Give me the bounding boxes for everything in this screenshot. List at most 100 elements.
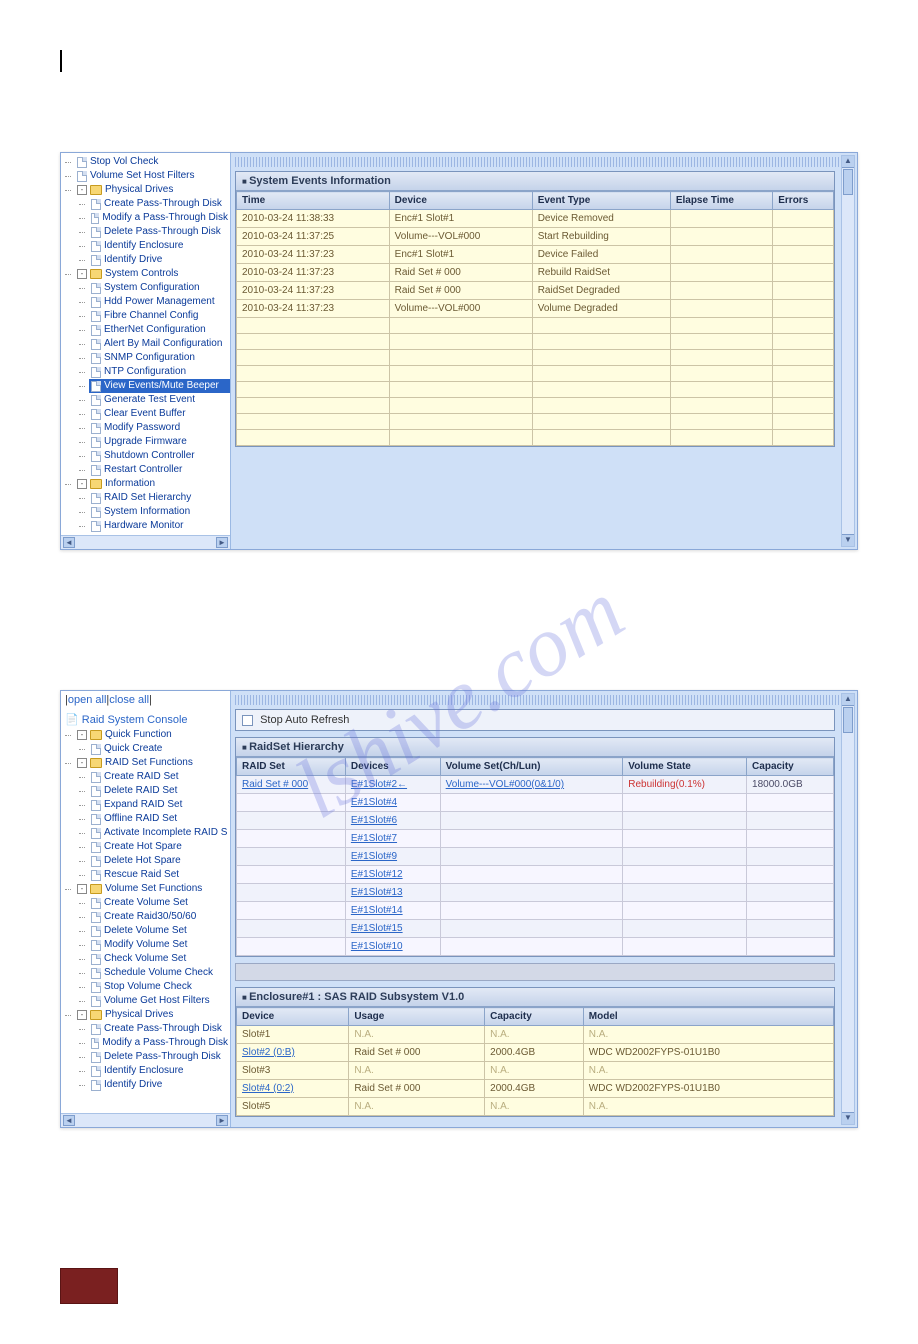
tree-item-label: NTP Configuration bbox=[104, 365, 186, 379]
tree-item[interactable]: Quick Create bbox=[89, 742, 230, 756]
stop-refresh-checkbox[interactable] bbox=[242, 715, 253, 726]
tree-hscrollbar[interactable]: ◄ ► bbox=[61, 535, 230, 549]
table-row: Slot#1N.A.N.A.N.A. bbox=[237, 1026, 834, 1044]
expand-collapse-icon[interactable]: - bbox=[77, 185, 87, 195]
page-icon bbox=[91, 521, 101, 532]
tree-item[interactable]: Offline RAID Set bbox=[89, 812, 230, 826]
table-link[interactable]: Volume---VOL#000(0&1/0) bbox=[440, 776, 623, 794]
scroll-left-icon[interactable]: ◄ bbox=[63, 537, 75, 548]
tree-item[interactable]: System Configuration bbox=[89, 281, 230, 295]
scroll-right-icon[interactable]: ► bbox=[216, 537, 228, 548]
tree-item[interactable]: System Information bbox=[89, 505, 230, 519]
tree-item[interactable]: Volume Set Host Filters bbox=[75, 169, 230, 183]
tree-item[interactable]: Activate Incomplete RAID S bbox=[89, 826, 230, 840]
scroll-thumb[interactable] bbox=[843, 169, 853, 195]
expand-collapse-icon[interactable]: - bbox=[77, 479, 87, 489]
tree-item[interactable]: Hdd Power Management bbox=[89, 295, 230, 309]
close-all-link[interactable]: close all bbox=[109, 694, 149, 706]
expand-collapse-icon[interactable]: - bbox=[77, 884, 87, 894]
table-link[interactable]: E#1Slot#14 bbox=[345, 902, 440, 920]
table-link[interactable]: E#1Slot#7 bbox=[345, 830, 440, 848]
tree-item[interactable]: Create Volume Set bbox=[89, 896, 230, 910]
events-panel: Stop Vol CheckVolume Set Host Filters-Ph… bbox=[60, 152, 858, 550]
tree-item[interactable]: Modify a Pass-Through Disk bbox=[89, 1036, 230, 1050]
slot-link[interactable]: Slot#4 (0:2) bbox=[237, 1080, 349, 1098]
table-link[interactable]: E#1Slot#2← bbox=[345, 776, 440, 794]
nav-tree-2[interactable]: -Quick FunctionQuick Create-RAID Set Fun… bbox=[61, 728, 230, 1092]
tree-folder[interactable]: -System Controls bbox=[75, 267, 230, 281]
scroll-down-icon[interactable]: ▼ bbox=[842, 534, 854, 546]
tree-item[interactable]: Delete Pass-Through Disk bbox=[89, 1050, 230, 1064]
scroll-right-icon[interactable]: ► bbox=[216, 1115, 228, 1126]
main-vscrollbar-2[interactable]: ▲ ▼ bbox=[841, 693, 855, 1125]
open-all-link[interactable]: open all bbox=[68, 694, 107, 706]
tree-item[interactable]: Generate Test Event bbox=[89, 393, 230, 407]
table-row: 2010-03-24 11:37:23Raid Set # 000RaidSet… bbox=[237, 282, 834, 300]
tree-folder[interactable]: -RAID Set Functions bbox=[75, 756, 230, 770]
tree-item[interactable]: Rescue Raid Set bbox=[89, 868, 230, 882]
tree-item[interactable]: Create RAID Set bbox=[89, 770, 230, 784]
tree-item[interactable]: Upgrade Firmware bbox=[89, 435, 230, 449]
tree-item[interactable]: Create Hot Spare bbox=[89, 840, 230, 854]
tree-item[interactable]: Delete Pass-Through Disk bbox=[89, 225, 230, 239]
table-link[interactable]: E#1Slot#9 bbox=[345, 848, 440, 866]
tree-item[interactable]: Modify a Pass-Through Disk bbox=[89, 211, 230, 225]
main-vscrollbar[interactable]: ▲ ▼ bbox=[841, 155, 855, 547]
tree-item[interactable]: Create Pass-Through Disk bbox=[89, 197, 230, 211]
tree-item[interactable]: Delete RAID Set bbox=[89, 784, 230, 798]
tree-item[interactable]: Create Raid30/50/60 bbox=[89, 910, 230, 924]
table-link[interactable]: Raid Set # 000 bbox=[237, 776, 346, 794]
tree-item[interactable]: Alert By Mail Configuration bbox=[89, 337, 230, 351]
tree-item[interactable]: Modify Password bbox=[89, 421, 230, 435]
scroll-up-icon[interactable]: ▲ bbox=[842, 694, 854, 706]
tree-item[interactable]: Stop Vol Check bbox=[75, 155, 230, 169]
tree-item[interactable]: Identify Drive bbox=[89, 1078, 230, 1092]
table-link[interactable]: E#1Slot#10 bbox=[345, 938, 440, 956]
tree-folder[interactable]: -Information bbox=[75, 477, 230, 491]
tree-item[interactable]: EtherNet Configuration bbox=[89, 323, 230, 337]
tree-hscrollbar-2[interactable]: ◄ ► bbox=[61, 1113, 230, 1127]
tree-item[interactable]: View Events/Mute Beeper bbox=[89, 379, 230, 393]
table-row: 2010-03-24 11:37:25Volume---VOL#000Start… bbox=[237, 228, 834, 246]
scroll-down-icon[interactable]: ▼ bbox=[842, 1112, 854, 1124]
tree-item[interactable]: Identify Enclosure bbox=[89, 239, 230, 253]
tree-folder[interactable]: -Physical Drives bbox=[75, 1008, 230, 1022]
tree-item[interactable]: Modify Volume Set bbox=[89, 938, 230, 952]
tree-item[interactable]: Expand RAID Set bbox=[89, 798, 230, 812]
table-link[interactable]: E#1Slot#6 bbox=[345, 812, 440, 830]
tree-item[interactable]: Delete Volume Set bbox=[89, 924, 230, 938]
tree-item[interactable]: Volume Get Host Filters bbox=[89, 994, 230, 1008]
tree-item[interactable]: Fibre Channel Config bbox=[89, 309, 230, 323]
tree-item[interactable]: Stop Volume Check bbox=[89, 980, 230, 994]
tree-item[interactable]: Hardware Monitor bbox=[89, 519, 230, 533]
scroll-up-icon[interactable]: ▲ bbox=[842, 156, 854, 168]
expand-collapse-icon[interactable]: - bbox=[77, 730, 87, 740]
tree-item[interactable]: Schedule Volume Check bbox=[89, 966, 230, 980]
nav-tree[interactable]: Stop Vol CheckVolume Set Host Filters-Ph… bbox=[61, 155, 230, 533]
scroll-left-icon[interactable]: ◄ bbox=[63, 1115, 75, 1126]
table-link[interactable]: E#1Slot#4 bbox=[345, 794, 440, 812]
tree-item[interactable]: Restart Controller bbox=[89, 463, 230, 477]
tree-folder[interactable]: -Quick Function bbox=[75, 728, 230, 742]
tree-root-label[interactable]: 📄 Raid System Console bbox=[61, 711, 230, 728]
tree-item[interactable]: SNMP Configuration bbox=[89, 351, 230, 365]
expand-collapse-icon[interactable]: - bbox=[77, 758, 87, 768]
tree-item[interactable]: Identify Enclosure bbox=[89, 1064, 230, 1078]
table-link[interactable]: E#1Slot#13 bbox=[345, 884, 440, 902]
tree-item[interactable]: Check Volume Set bbox=[89, 952, 230, 966]
expand-collapse-icon[interactable]: - bbox=[77, 269, 87, 279]
tree-item[interactable]: Shutdown Controller bbox=[89, 449, 230, 463]
scroll-thumb[interactable] bbox=[843, 707, 853, 733]
table-link[interactable]: E#1Slot#15 bbox=[345, 920, 440, 938]
slot-link[interactable]: Slot#2 (0:B) bbox=[237, 1044, 349, 1062]
tree-folder[interactable]: -Volume Set Functions bbox=[75, 882, 230, 896]
tree-item[interactable]: Create Pass-Through Disk bbox=[89, 1022, 230, 1036]
tree-item[interactable]: Delete Hot Spare bbox=[89, 854, 230, 868]
tree-item[interactable]: RAID Set Hierarchy bbox=[89, 491, 230, 505]
tree-folder[interactable]: -Physical Drives bbox=[75, 183, 230, 197]
expand-collapse-icon[interactable]: - bbox=[77, 1010, 87, 1020]
tree-item[interactable]: Identify Drive bbox=[89, 253, 230, 267]
tree-item[interactable]: Clear Event Buffer bbox=[89, 407, 230, 421]
table-link[interactable]: E#1Slot#12 bbox=[345, 866, 440, 884]
tree-item[interactable]: NTP Configuration bbox=[89, 365, 230, 379]
